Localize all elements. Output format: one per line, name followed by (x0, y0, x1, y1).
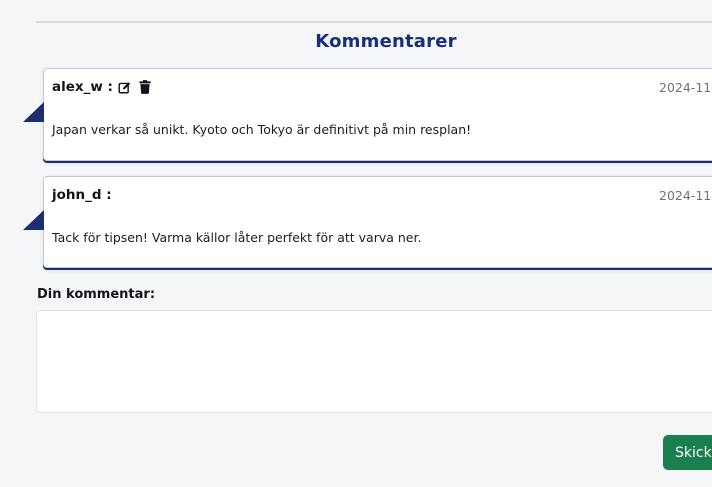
comments-page: Kommentarer alex_w : 2024-11-1 Japan ver… (0, 0, 712, 487)
comment-date: 2024-11-1 (659, 80, 712, 95)
section-title: Kommentarer (315, 31, 457, 52)
comment-header: john_d : (52, 187, 112, 203)
comment-author: john_d : (52, 187, 112, 203)
divider (36, 21, 712, 23)
comment-card: john_d : 2024-11-1 Tack för tipsen! Varm… (23, 176, 712, 268)
edit-icon[interactable] (117, 79, 133, 95)
submit-button[interactable]: Skick (663, 435, 712, 470)
comment-author: alex_w : (52, 79, 113, 95)
comment-text: Tack för tipsen! Varma källor låter perf… (52, 230, 422, 245)
comment-date: 2024-11-1 (659, 188, 712, 203)
comment-form-label: Din kommentar: (37, 287, 156, 302)
comment-card: alex_w : 2024-11-1 Japan verkar så unikt… (23, 68, 712, 161)
speech-tail (23, 210, 44, 230)
comment-header: alex_w : (52, 79, 153, 95)
trash-icon[interactable] (137, 79, 153, 95)
comment-input[interactable] (36, 310, 712, 413)
comment-text: Japan verkar så unikt. Kyoto och Tokyo ä… (52, 122, 472, 137)
speech-tail (23, 102, 44, 122)
